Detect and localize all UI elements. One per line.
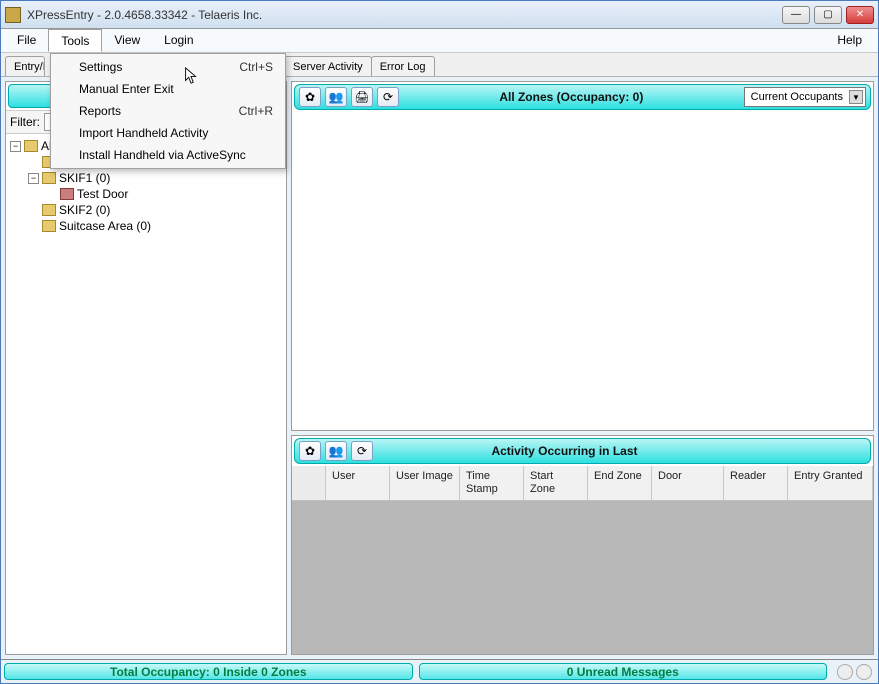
expander-icon[interactable]: − bbox=[28, 173, 39, 184]
pause-icon[interactable] bbox=[856, 664, 872, 680]
spacer bbox=[28, 221, 39, 232]
zones-panel-body bbox=[292, 112, 873, 430]
spacer bbox=[28, 205, 39, 216]
menu-item-label: Reports bbox=[79, 104, 121, 118]
statusbar: Total Occupancy: 0 Inside 0 Zones 0 Unre… bbox=[1, 659, 878, 683]
app-window: XPressEntry - 2.0.4658.33342 - Telaeris … bbox=[0, 0, 879, 684]
menu-item-label: Manual Enter Exit bbox=[79, 82, 174, 96]
col-door[interactable]: Door bbox=[652, 466, 724, 499]
filter-label: Filter: bbox=[10, 115, 40, 129]
activity-panel-header: ✿ 👥 ⟳ Activity Occurring in Last bbox=[294, 438, 871, 464]
window-title: XPressEntry - 2.0.4658.33342 - Telaeris … bbox=[27, 8, 782, 22]
menu-install-handheld[interactable]: Install Handheld via ActiveSync bbox=[53, 144, 283, 166]
close-button[interactable]: ✕ bbox=[846, 6, 874, 24]
combo-value: Current Occupants bbox=[751, 91, 843, 103]
chevron-down-icon: ▼ bbox=[849, 90, 863, 104]
menu-login[interactable]: Login bbox=[152, 29, 205, 52]
tab-server-activity[interactable]: Server Activity bbox=[284, 56, 372, 76]
zones-panel: ✿ 👥 🖨 ⟳ All Zones (Occupancy: 0) Current… bbox=[291, 81, 874, 431]
col-entry-granted[interactable]: Entry Granted bbox=[788, 466, 873, 499]
menu-help[interactable]: Help bbox=[825, 29, 874, 52]
minimize-button[interactable]: — bbox=[782, 6, 810, 24]
door-icon bbox=[60, 188, 74, 200]
tree-label: Test Door bbox=[77, 187, 128, 201]
refresh-icon[interactable]: ⟳ bbox=[377, 87, 399, 107]
col-start-zone[interactable]: Start Zone bbox=[524, 466, 588, 499]
tab-error-log[interactable]: Error Log bbox=[371, 56, 435, 76]
menu-shortcut: Ctrl+R bbox=[239, 104, 273, 118]
tree-label: SKIF1 (0) bbox=[59, 171, 110, 185]
col-user[interactable]: User bbox=[326, 466, 390, 499]
col-user-image[interactable]: User Image bbox=[390, 466, 460, 499]
expander-icon[interactable]: − bbox=[10, 141, 21, 152]
tree-node-test-door[interactable]: Test Door bbox=[10, 186, 282, 202]
activity-grid-header: User User Image Time Stamp Start Zone En… bbox=[292, 466, 873, 500]
main-area: ✿ 👥 🖨 ⟳ All Zones (Occupancy: 0) Current… bbox=[291, 81, 874, 655]
folder-icon bbox=[42, 204, 56, 216]
menu-shortcut: Ctrl+S bbox=[239, 60, 273, 74]
refresh-icon[interactable]: ⟳ bbox=[351, 441, 373, 461]
status-messages[interactable]: 0 Unread Messages bbox=[419, 663, 828, 680]
menu-import-handheld[interactable]: Import Handheld Activity bbox=[53, 122, 283, 144]
folder-icon bbox=[24, 140, 38, 152]
app-icon bbox=[5, 7, 21, 23]
folder-icon bbox=[42, 220, 56, 232]
menu-tools[interactable]: Tools bbox=[48, 29, 102, 52]
tree-node-suitcase[interactable]: Suitcase Area (0) bbox=[10, 218, 282, 234]
col-end-zone[interactable]: End Zone bbox=[588, 466, 652, 499]
tab-entry-exit[interactable]: Entry/E bbox=[5, 56, 45, 76]
menu-item-label: Install Handheld via ActiveSync bbox=[79, 148, 246, 162]
menu-item-label: Import Handheld Activity bbox=[79, 126, 208, 140]
spacer bbox=[46, 189, 57, 200]
zones-panel-header: ✿ 👥 🖨 ⟳ All Zones (Occupancy: 0) Current… bbox=[294, 84, 871, 110]
tree-node-skif2[interactable]: SKIF2 (0) bbox=[10, 202, 282, 218]
window-buttons: — ▢ ✕ bbox=[782, 6, 874, 24]
menubar: File Tools View Login Help bbox=[1, 29, 878, 53]
status-occupancy: Total Occupancy: 0 Inside 0 Zones bbox=[4, 663, 413, 680]
col-time-stamp[interactable]: Time Stamp bbox=[460, 466, 524, 499]
settings-icon[interactable]: ✿ bbox=[299, 441, 321, 461]
tree-label: Suitcase Area (0) bbox=[59, 219, 151, 233]
col-reader[interactable]: Reader bbox=[724, 466, 788, 499]
menu-item-label: Settings bbox=[79, 60, 122, 74]
activity-panel-title: Activity Occurring in Last bbox=[377, 444, 752, 458]
print-icon[interactable]: 🖨 bbox=[351, 87, 373, 107]
menu-reports[interactable]: Reports Ctrl+R bbox=[53, 100, 283, 122]
activity-panel: ✿ 👥 ⟳ Activity Occurring in Last User Us… bbox=[291, 435, 874, 655]
maximize-button[interactable]: ▢ bbox=[814, 6, 842, 24]
users-icon[interactable]: 👥 bbox=[325, 87, 347, 107]
status-icons bbox=[830, 660, 878, 683]
menu-manual-enter-exit[interactable]: Manual Enter Exit bbox=[53, 78, 283, 100]
clock-icon[interactable] bbox=[837, 664, 853, 680]
menu-settings[interactable]: Settings Ctrl+S bbox=[53, 56, 283, 78]
menu-file[interactable]: File bbox=[5, 29, 48, 52]
settings-icon[interactable]: ✿ bbox=[299, 87, 321, 107]
menu-view[interactable]: View bbox=[102, 29, 152, 52]
users-icon[interactable]: 👥 bbox=[325, 441, 347, 461]
row-selector-header[interactable] bbox=[292, 466, 326, 499]
tree-node-skif1[interactable]: − SKIF1 (0) bbox=[10, 170, 282, 186]
activity-grid-body[interactable] bbox=[292, 501, 873, 654]
zones-tree[interactable]: − All ... Outside (0) − SKIF1 (0) bbox=[6, 134, 286, 654]
titlebar: XPressEntry - 2.0.4658.33342 - Telaeris … bbox=[1, 1, 878, 29]
spacer bbox=[28, 157, 39, 168]
occupants-combo[interactable]: Current Occupants ▼ bbox=[744, 87, 866, 107]
folder-icon bbox=[42, 172, 56, 184]
tools-dropdown: Settings Ctrl+S Manual Enter Exit Report… bbox=[50, 53, 286, 169]
tree-label: SKIF2 (0) bbox=[59, 203, 110, 217]
zones-panel-title: All Zones (Occupancy: 0) bbox=[403, 90, 740, 104]
